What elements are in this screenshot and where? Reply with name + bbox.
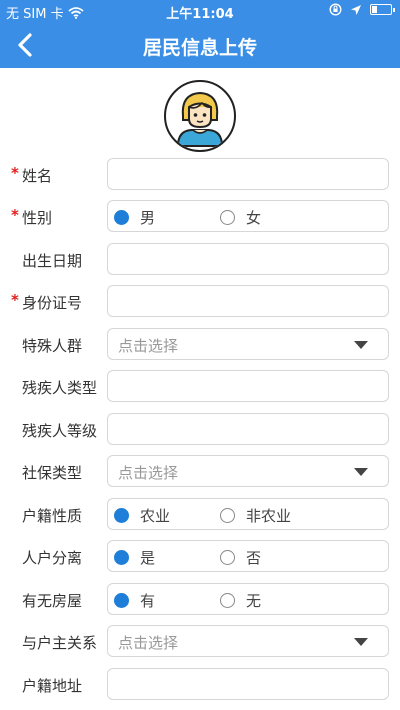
gender-option-label: 女 — [246, 209, 262, 227]
row-name: * 姓名 — [0, 158, 400, 192]
birth-date-input[interactable] — [107, 243, 389, 275]
household-separation-option-label: 否 — [246, 549, 262, 567]
required-mark: * — [11, 291, 19, 309]
avatar-girl-icon — [176, 91, 224, 147]
page-title: 居民信息上传 — [142, 37, 257, 59]
id-number-label: 身份证号 — [22, 294, 83, 312]
name-label: 姓名 — [22, 167, 53, 185]
row-id-number: * 身份证号 — [0, 285, 400, 319]
row-householder-relation: 与户主关系 点击选择 — [0, 625, 400, 659]
radio-selected-icon — [114, 210, 129, 225]
radio-selected-icon — [114, 593, 129, 608]
household-nature-option-label: 非农业 — [246, 507, 292, 525]
has-house-option-no[interactable]: 无 — [220, 590, 261, 611]
radio-selected-icon — [114, 550, 129, 565]
row-household-address: 户籍地址 — [0, 668, 400, 702]
nav-bar: 居民信息上传 — [0, 22, 400, 68]
special-group-select[interactable]: 点击选择 — [107, 328, 389, 360]
has-house-label: 有无房屋 — [22, 592, 83, 610]
household-separation-option-no[interactable]: 否 — [220, 547, 261, 568]
householder-relation-select[interactable]: 点击选择 — [107, 625, 389, 657]
row-disability-type: 残疾人类型 — [0, 370, 400, 404]
birth-date-label: 出生日期 — [22, 252, 83, 270]
row-has-house: 有无房屋 有 无 — [0, 583, 400, 617]
select-placeholder: 点击选择 — [118, 464, 179, 482]
gender-option-female[interactable]: 女 — [220, 207, 261, 228]
householder-relation-label: 与户主关系 — [22, 634, 98, 652]
status-right — [329, 3, 395, 16]
household-separation-radio-group: 是 否 — [107, 540, 389, 572]
select-placeholder: 点击选择 — [118, 634, 179, 652]
radio-unselected-icon — [220, 593, 235, 608]
household-nature-radio-group: 农业 非农业 — [107, 498, 389, 530]
gender-option-male[interactable]: 男 — [114, 207, 155, 228]
row-disability-level: 残疾人等级 — [0, 413, 400, 447]
radio-unselected-icon — [220, 210, 235, 225]
radio-unselected-icon — [220, 550, 235, 565]
social-security-label: 社保类型 — [22, 464, 83, 482]
household-address-input[interactable] — [107, 668, 389, 700]
household-nature-option-agricultural[interactable]: 农业 — [114, 505, 170, 526]
dropdown-arrow-icon — [354, 638, 368, 646]
household-separation-option-label: 是 — [140, 549, 156, 567]
row-social-security: 社保类型 点击选择 — [0, 455, 400, 489]
disability-level-label: 残疾人等级 — [22, 422, 98, 440]
has-house-radio-group: 有 无 — [107, 583, 389, 615]
required-mark: * — [11, 164, 19, 182]
required-mark: * — [11, 206, 19, 224]
id-number-input[interactable] — [107, 285, 389, 317]
radio-selected-icon — [114, 508, 129, 523]
household-nature-label: 户籍性质 — [22, 507, 83, 525]
household-nature-option-non-agricultural[interactable]: 非农业 — [220, 505, 291, 526]
household-nature-option-label: 农业 — [140, 507, 171, 525]
dropdown-arrow-icon — [354, 341, 368, 349]
dropdown-arrow-icon — [354, 468, 368, 476]
household-separation-label: 人户分离 — [22, 549, 83, 567]
row-birth-date: 出生日期 — [0, 243, 400, 277]
avatar[interactable] — [164, 80, 236, 152]
household-address-label: 户籍地址 — [22, 677, 83, 695]
name-input[interactable] — [107, 158, 389, 190]
row-household-separation: 人户分离 是 否 — [0, 540, 400, 574]
battery-fill — [372, 6, 377, 13]
disability-type-label: 残疾人类型 — [22, 379, 98, 397]
has-house-option-label: 有 — [140, 592, 156, 610]
social-security-select[interactable]: 点击选择 — [107, 455, 389, 487]
radio-unselected-icon — [220, 508, 235, 523]
orientation-lock-icon — [329, 3, 342, 16]
has-house-option-yes[interactable]: 有 — [114, 590, 155, 611]
select-placeholder: 点击选择 — [118, 337, 179, 355]
battery-icon — [370, 4, 395, 15]
location-arrow-icon — [351, 4, 361, 15]
disability-type-input[interactable] — [107, 370, 389, 402]
gender-radio-group: 男 女 — [107, 200, 389, 232]
row-household-nature: 户籍性质 农业 非农业 — [0, 498, 400, 532]
gender-option-label: 男 — [140, 209, 156, 227]
has-house-option-label: 无 — [246, 592, 262, 610]
gender-label: 性别 — [22, 209, 53, 227]
disability-level-input[interactable] — [107, 413, 389, 445]
special-group-label: 特殊人群 — [22, 337, 83, 355]
row-gender: * 性别 男 女 — [0, 200, 400, 234]
row-special-group: 特殊人群 点击选择 — [0, 328, 400, 362]
status-bar: 无 SIM 卡 上午11:04 — [0, 0, 400, 22]
household-separation-option-yes[interactable]: 是 — [114, 547, 155, 568]
